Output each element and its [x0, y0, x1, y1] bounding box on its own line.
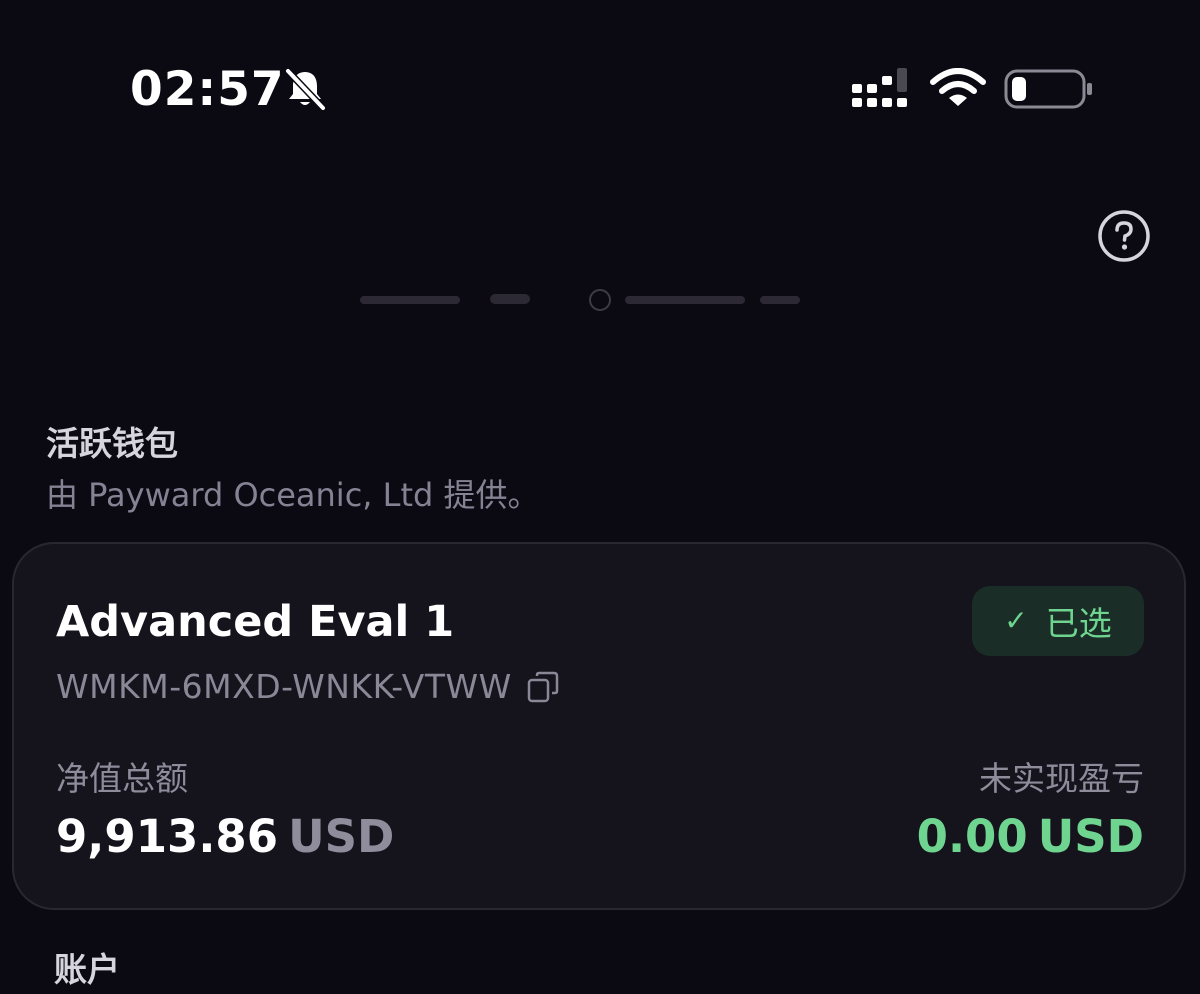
signal-icon: [852, 68, 907, 107]
pnl-value: 0.00 USD: [917, 808, 1144, 866]
net-value-label: 净值总额: [56, 759, 188, 798]
question-circle-icon[interactable]: [1096, 208, 1152, 264]
battery-icon: [1004, 69, 1092, 109]
account-name: Advanced Eval 1: [56, 597, 455, 647]
copy-icon[interactable]: [526, 670, 560, 704]
net-value: 9,913.86 USD: [56, 808, 394, 866]
account-id-row: WMKM-6MXD-WNKK-VTWW: [56, 664, 560, 710]
selected-label: 已选: [1045, 604, 1112, 643]
net-currency: USD: [288, 810, 395, 863]
pnl-amount: 0.00: [916, 810, 1028, 863]
net-amount: 9,913.86: [56, 810, 279, 863]
pnl-label: 未实现盈亏: [979, 759, 1144, 798]
wallet-card[interactable]: Advanced Eval 1 ✓ 已选 WMKM-6MXD-WNKK-VTWW…: [12, 542, 1186, 910]
pnl-currency: USD: [1037, 810, 1144, 863]
status-time: 02:57: [130, 62, 285, 117]
active-wallet-subtitle: 由 Payward Oceanic, Ltd 提供。: [46, 476, 540, 514]
check-icon: ✓: [1004, 604, 1028, 637]
accounts-title: 账户: [54, 950, 120, 989]
status-bar: 02:57: [0, 0, 1200, 170]
bell-slash-icon: [284, 67, 327, 112]
blurred-email: [360, 289, 800, 311]
account-id: WMKM-6MXD-WNKK-VTWW: [56, 667, 512, 706]
selected-badge: ✓ 已选: [972, 586, 1144, 656]
active-wallet-title: 活跃钱包: [46, 424, 178, 463]
wifi-icon: [930, 68, 986, 106]
